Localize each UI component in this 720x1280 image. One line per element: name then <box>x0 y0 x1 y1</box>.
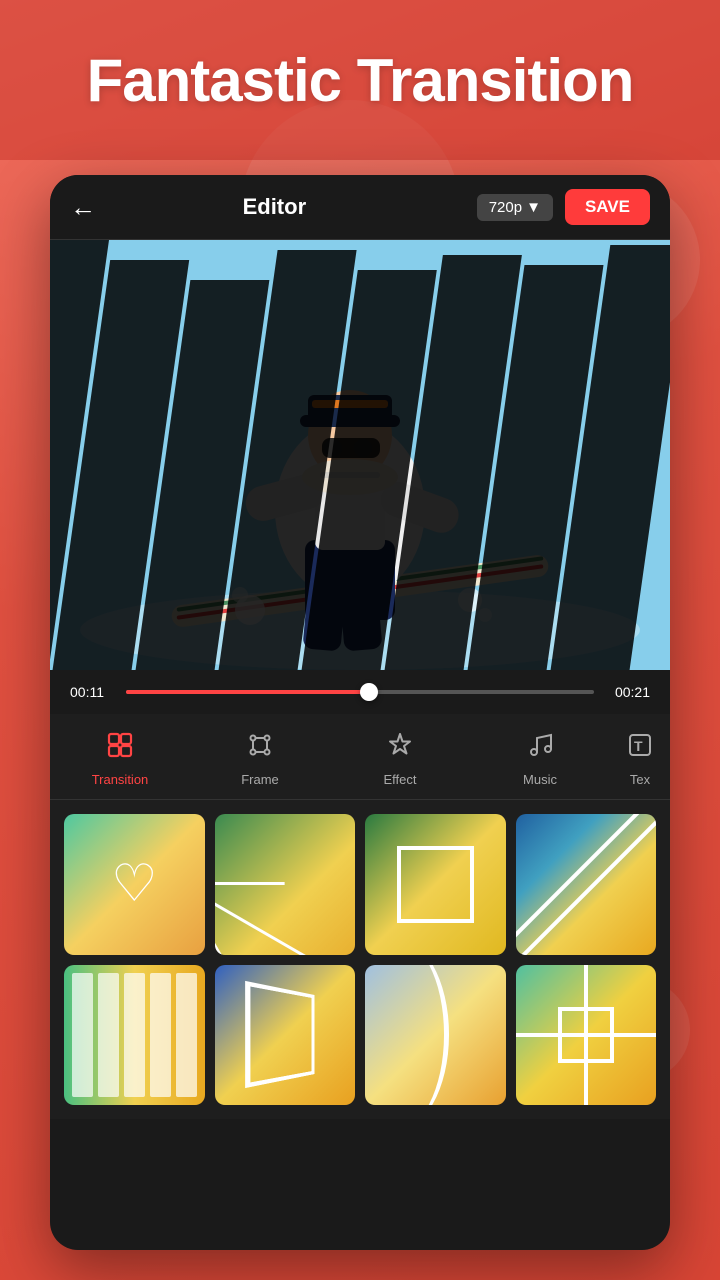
cross-rect <box>558 1007 614 1063</box>
rect-border <box>397 846 474 923</box>
thumb-heart[interactable] <box>64 814 205 955</box>
thumb-stripes[interactable] <box>64 965 205 1106</box>
text-label: Tex <box>630 772 650 787</box>
stripe-2 <box>98 973 119 1098</box>
toolbar-item-text[interactable]: T Tex <box>610 724 670 793</box>
thumb-cross[interactable] <box>516 965 657 1106</box>
effect-icon <box>385 730 415 767</box>
star-line-1 <box>215 882 285 885</box>
thumb-curve[interactable] <box>365 965 506 1106</box>
quality-selector[interactable]: 720p ▼ <box>477 194 553 221</box>
scrubber-thumb[interactable] <box>360 683 378 701</box>
end-time: 00:21 <box>608 684 650 700</box>
toolbar-item-transition[interactable]: Transition <box>50 724 190 793</box>
effect-label: Effect <box>383 772 416 787</box>
quality-label: 720p <box>489 199 522 216</box>
diagonal-line-2 <box>516 814 657 955</box>
scrubber-fill <box>126 690 369 694</box>
stripe-3 <box>124 973 145 1098</box>
svg-text:T: T <box>634 738 643 754</box>
phone-mockup: ← Editor 720p ▼ SAVE <box>50 175 670 1250</box>
curve-shape <box>365 965 449 1106</box>
thumb-star[interactable] <box>215 814 356 955</box>
thumb-diagonal[interactable] <box>516 814 657 955</box>
star-line-3 <box>215 883 287 955</box>
back-button[interactable]: ← <box>70 192 96 223</box>
thumb-box3d[interactable] <box>215 965 356 1106</box>
toolbar-item-frame[interactable]: Frame <box>190 724 330 793</box>
frame-label: Frame <box>241 772 279 787</box>
frame-icon <box>245 730 275 767</box>
video-preview <box>50 240 670 670</box>
toolbar-item-music[interactable]: Music <box>470 724 610 793</box>
star-line-2 <box>215 882 356 954</box>
transition-icon <box>105 730 135 767</box>
transition-label: Transition <box>92 772 149 787</box>
star-lines <box>215 814 356 955</box>
current-time: 00:11 <box>70 684 112 700</box>
thumb-rect[interactable] <box>365 814 506 955</box>
editor-header: ← Editor 720p ▼ SAVE <box>50 175 670 240</box>
editor-title: Editor <box>112 194 437 220</box>
quality-arrow: ▼ <box>526 199 541 216</box>
music-icon <box>525 730 555 767</box>
slat-transition-overlay <box>50 240 670 670</box>
stripe-4 <box>150 973 171 1098</box>
music-label: Music <box>523 772 557 787</box>
diagonal-line-1 <box>516 814 657 955</box>
headline: Fantastic Transition <box>87 46 634 115</box>
top-banner: Fantastic Transition <box>0 0 720 160</box>
box3d-shape <box>245 981 314 1089</box>
save-button[interactable]: SAVE <box>565 189 650 225</box>
thumbnails-grid <box>50 800 670 1119</box>
timeline-area: 00:11 00:21 <box>50 670 670 714</box>
scrubber-track[interactable] <box>126 690 594 694</box>
text-icon: T <box>625 730 655 767</box>
bottom-toolbar: Transition Frame <box>50 714 670 800</box>
toolbar-item-effect[interactable]: Effect <box>330 724 470 793</box>
stripe-5 <box>176 973 197 1098</box>
stripe-1 <box>72 973 93 1098</box>
